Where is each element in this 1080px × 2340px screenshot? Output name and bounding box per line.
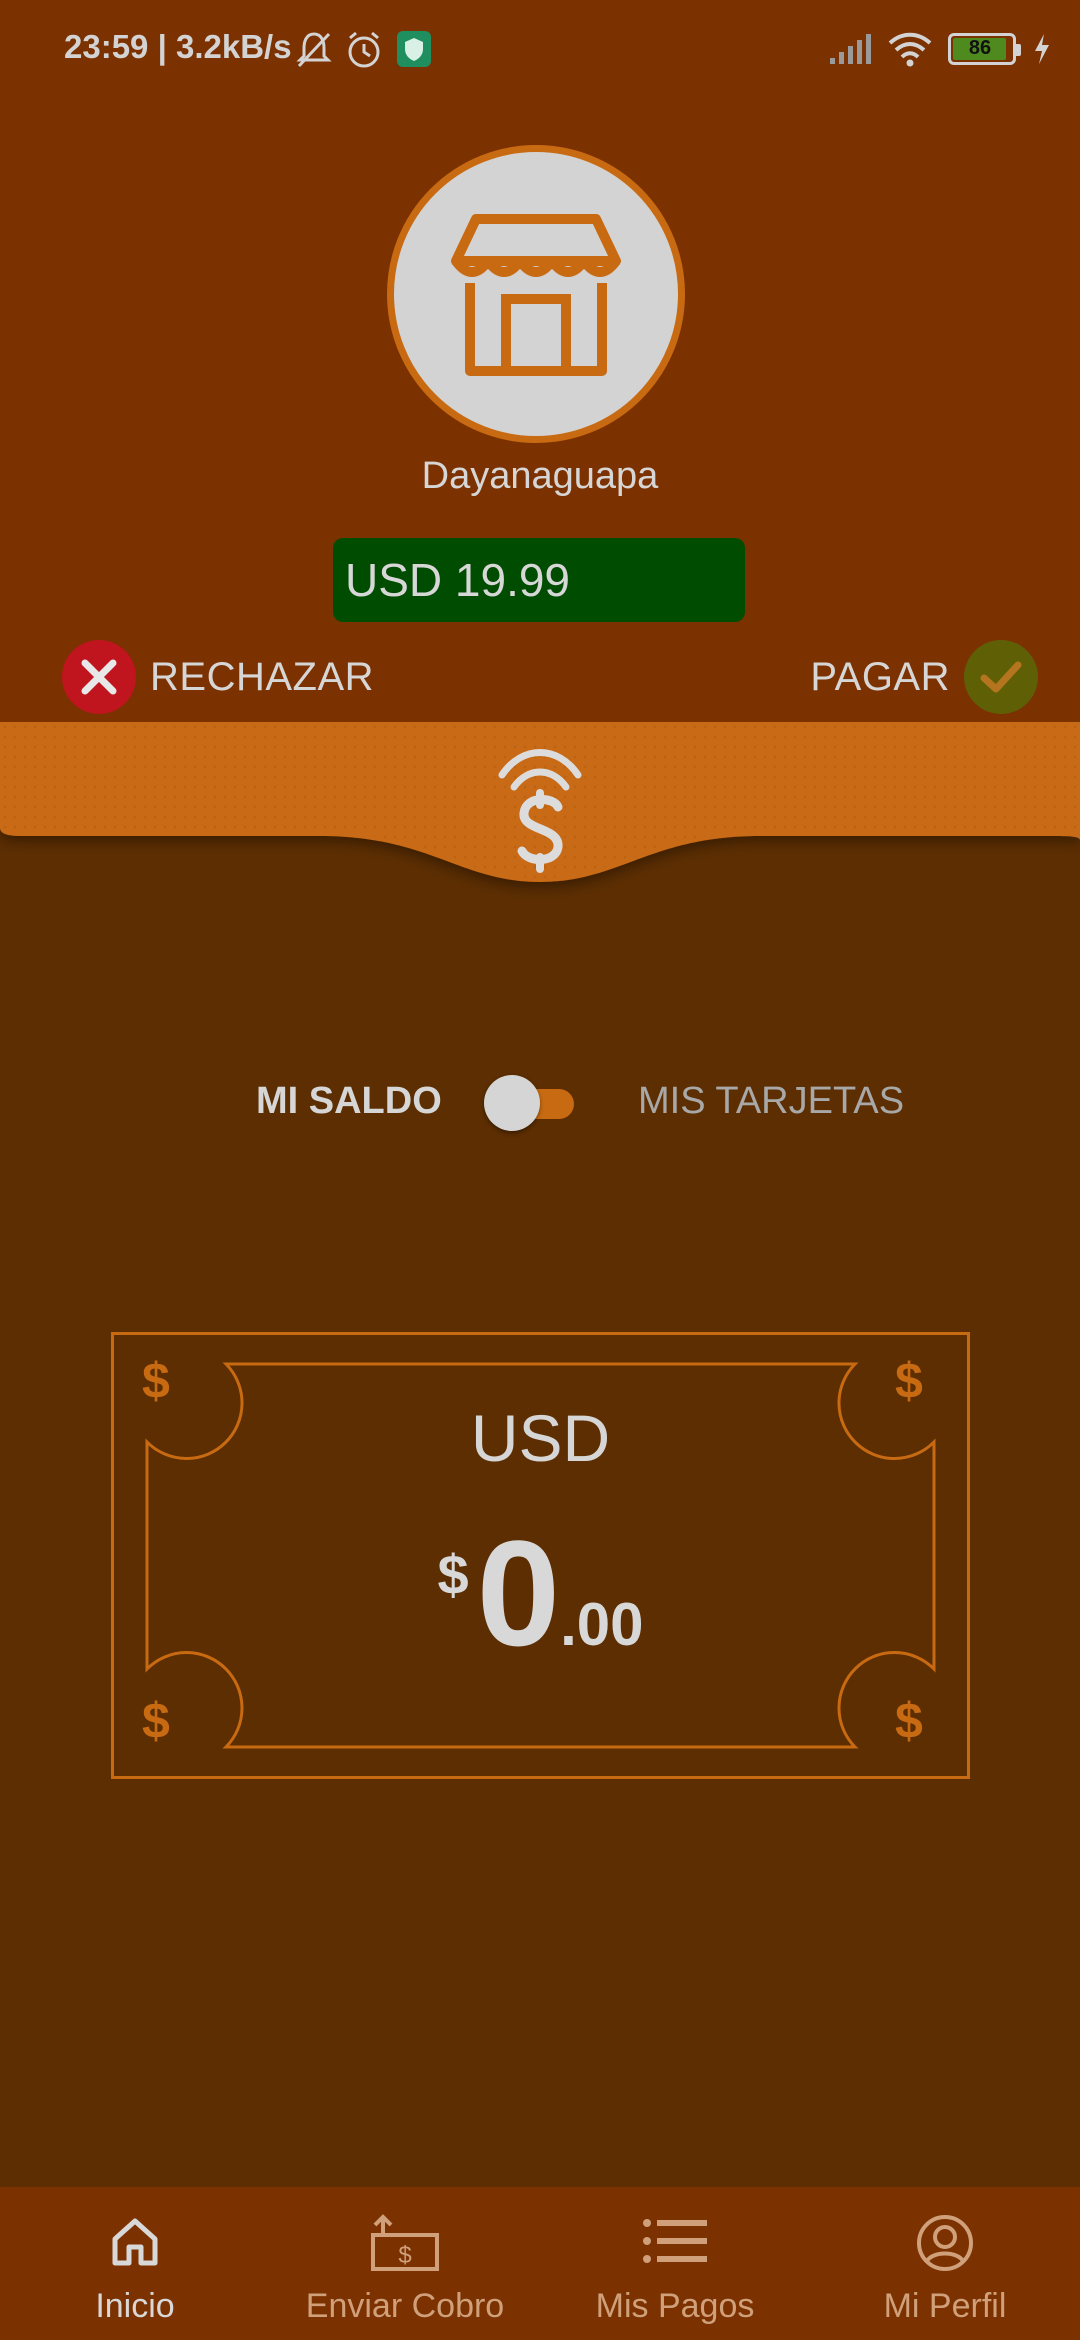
request-amount: USD 19.99 [333,538,745,622]
reject-label: RECHAZAR [150,654,375,699]
battery-icon: 86 [948,33,1021,65]
balance-symbol: $ [437,1543,469,1606]
wifi-icon [888,32,932,67]
send-charge-icon: $ [270,2213,540,2275]
merchant-avatar [387,145,685,443]
battery-level: 86 [968,37,992,59]
home-icon [0,2213,270,2275]
list-icon [540,2213,810,2275]
status-icons: 86 [828,26,1052,72]
dollar-icon: $ [142,1693,170,1749]
pay-label: PAGAR [810,654,950,699]
merchant-name: Dayanaguapa [421,455,659,497]
nav-item-mis-pagos[interactable]: Mis Pagos [540,2187,810,2340]
nav-label-mis-pagos: Mis Pagos [595,2287,755,2325]
check-icon [964,640,1038,714]
mute-notification-icon [296,30,332,75]
bottom-navigation: Inicio $ Enviar Cobro Mis Pagos Mi Perfi… [0,2187,1080,2340]
reject-button[interactable]: RECHAZAR [62,640,374,714]
charging-icon [1035,34,1049,64]
dollar-icon: $ [895,1693,923,1749]
balance-integer: 0 [476,1509,561,1677]
my-balance-label[interactable]: MI SALDO [256,1080,442,1123]
balance-decimal: .00 [560,1591,644,1658]
nav-item-inicio[interactable]: Inicio [0,2187,270,2340]
close-icon [62,640,136,714]
nav-label-enviar-cobro: Enviar Cobro [305,2287,505,2325]
nav-item-mi-perfil[interactable]: Mi Perfil [810,2187,1080,2340]
nav-label-inicio: Inicio [95,2287,175,2325]
nav-item-enviar-cobro[interactable]: $ Enviar Cobro [270,2187,540,2340]
alarm-icon [344,30,384,75]
balance-cards-toggle[interactable] [484,1074,574,1131]
signal-icon [830,34,871,64]
profile-icon [810,2213,1080,2275]
pay-button[interactable]: PAGAR [810,640,1038,714]
nav-label-mi-perfil: Mi Perfil [883,2287,1007,2325]
vpn-shield-icon [397,31,431,67]
svg-text:$: $ [398,2242,411,2269]
balance-currency: USD [470,1401,611,1475]
status-time: 23:59 | 3.2kB/s [64,28,292,65]
brand-logo-icon [488,735,592,880]
store-icon [451,214,621,376]
balance-amount: $ 0 .00 [111,1518,970,1668]
my-cards-label[interactable]: MIS TARJETAS [638,1080,904,1123]
